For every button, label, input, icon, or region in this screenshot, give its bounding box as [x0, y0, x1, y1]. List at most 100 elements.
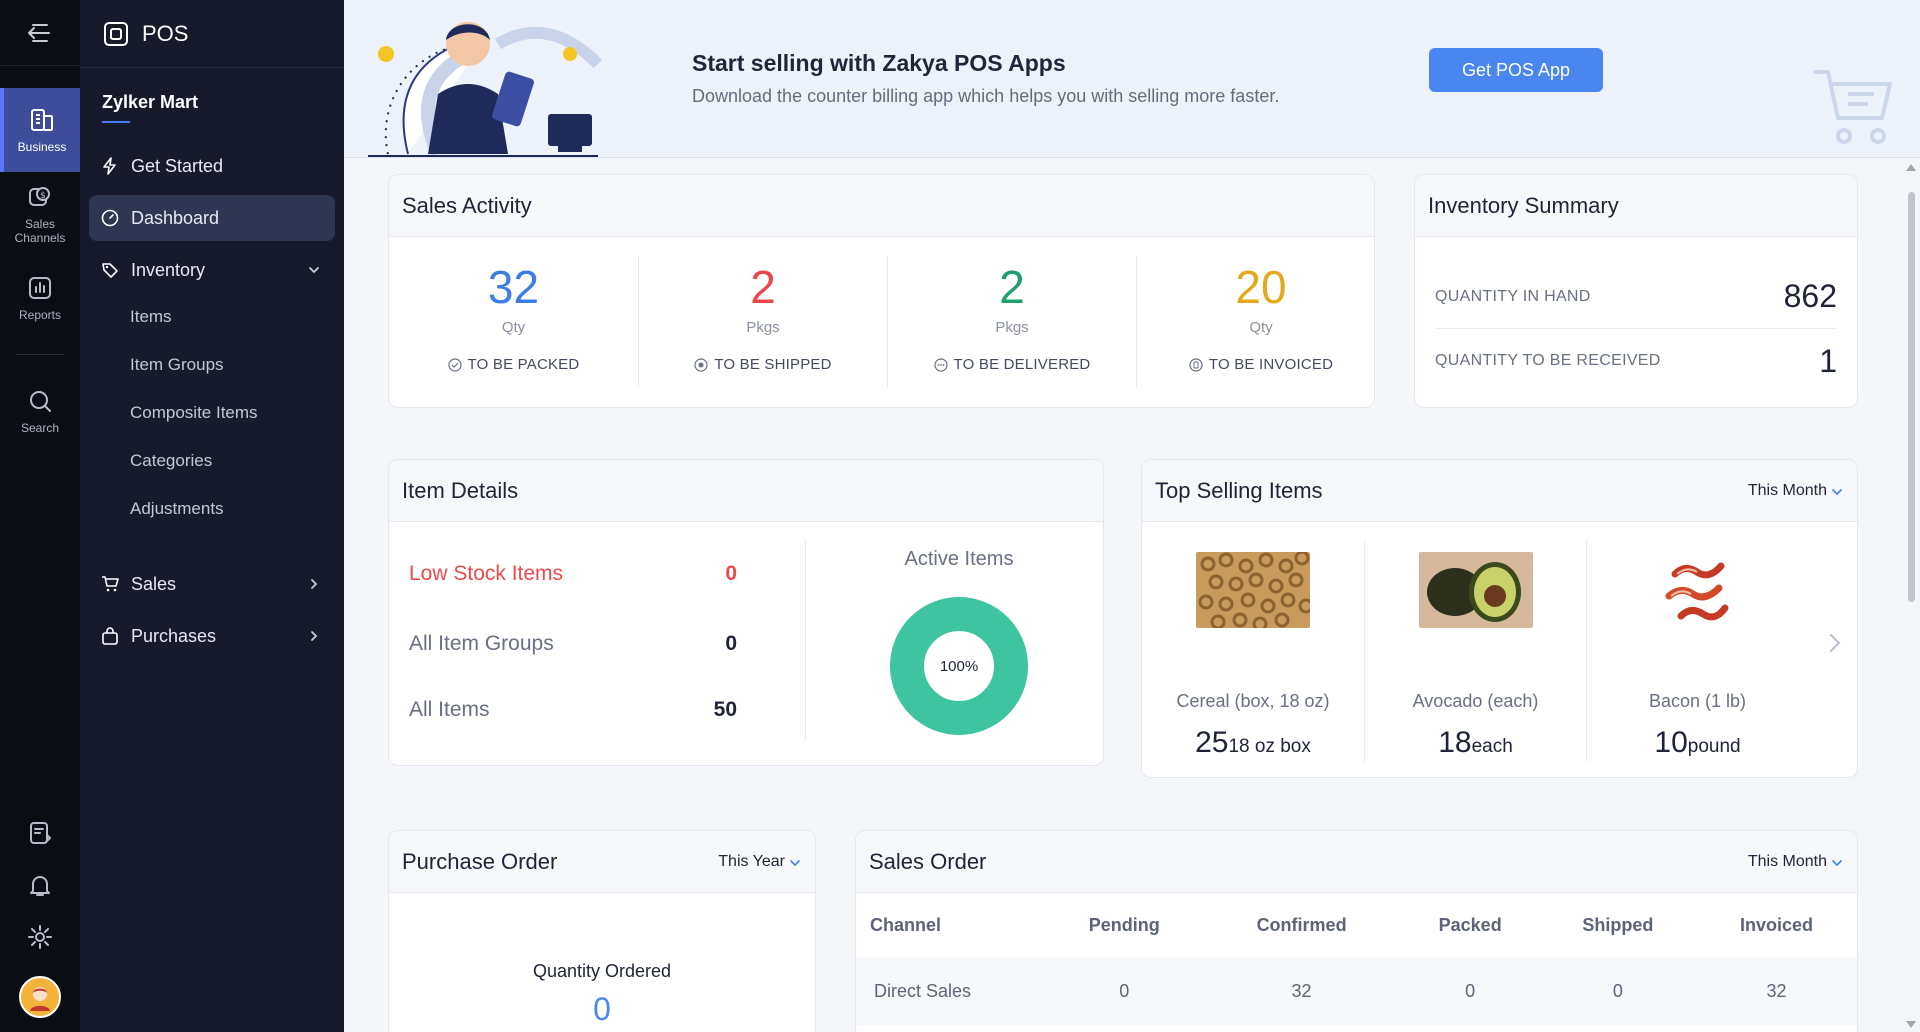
- search-icon: [30, 391, 51, 412]
- top-item-name: Cereal (box, 18 oz): [1176, 691, 1330, 711]
- table-cell: 0: [1539, 957, 1697, 1025]
- top-item-quantity: 10pound: [1587, 726, 1808, 760]
- chevron-down-icon: [1832, 859, 1842, 866]
- purchase-order-header: Purchase Order This Year: [389, 831, 815, 893]
- top-item-avocado[interactable]: Avocado (each) 18each: [1364, 540, 1586, 762]
- quantity-in-hand-row: QUANTITY IN HAND 862: [1435, 265, 1837, 329]
- dashboard-icon: [101, 209, 119, 227]
- rail-item-search[interactable]: Search: [0, 369, 80, 453]
- building-icon: [31, 109, 53, 131]
- gear-icon[interactable]: [27, 924, 53, 950]
- rail-divider: [16, 354, 64, 355]
- sa-label: TO BE SHIPPED: [639, 356, 887, 373]
- truck-circle-icon: [694, 357, 708, 372]
- low-stock-items-row[interactable]: Low Stock Items 0: [409, 562, 749, 586]
- scroll-up-arrow[interactable]: [1906, 164, 1916, 171]
- bell-icon[interactable]: [27, 872, 53, 898]
- promo-banner: Start selling with Zakya POS Apps Downlo…: [344, 0, 1920, 158]
- rail-item-sales-channels[interactable]: $ Sales Channels: [0, 172, 80, 256]
- sales-activity-title: Sales Activity: [389, 175, 1374, 237]
- low-stock-items-label: Low Stock Items: [409, 562, 564, 585]
- nav-subitem-composite-items[interactable]: Composite Items: [80, 389, 344, 437]
- chevron-down-icon: [790, 859, 800, 866]
- nav-subitem-item-groups[interactable]: Item Groups: [80, 341, 344, 389]
- top-selling-filter-dropdown[interactable]: This Month: [1748, 482, 1843, 500]
- sa-label-text: TO BE PACKED: [467, 356, 580, 373]
- table-row[interactable]: Direct Sales 0 32 0 0 32: [856, 957, 1857, 1025]
- nav-list: Get Started Dashboard Inventory Items It…: [80, 143, 344, 659]
- app-header: POS: [80, 0, 344, 68]
- top-selling-items-header: Top Selling Items This Month: [1142, 460, 1857, 522]
- sa-value: 32: [487, 261, 540, 313]
- all-item-groups-row[interactable]: All Item Groups 0: [409, 632, 749, 656]
- scroll-down-arrow[interactable]: [1906, 1021, 1916, 1028]
- sa-label-text: TO BE INVOICED: [1208, 356, 1334, 373]
- nav-label-dashboard: Dashboard: [131, 207, 220, 228]
- active-items-donut: 100%: [890, 597, 1028, 735]
- top-item-cereal[interactable]: Cereal (box, 18 oz) 2518 oz box: [1142, 540, 1364, 762]
- nav-item-dashboard[interactable]: Dashboard: [89, 195, 335, 241]
- avatar[interactable]: [19, 976, 61, 1018]
- sales-order-filter-dropdown[interactable]: This Month: [1748, 853, 1843, 871]
- low-stock-items-value: 0: [725, 562, 737, 585]
- chevron-right-icon[interactable]: [1827, 632, 1843, 654]
- nav-subitem-adjustments[interactable]: Adjustments: [80, 485, 344, 533]
- sa-to-be-delivered[interactable]: 2 Pkgs TO BE DELIVERED: [887, 255, 1136, 387]
- notes-icon[interactable]: [27, 820, 53, 846]
- sales-channels-icon: $: [29, 187, 50, 206]
- top-item-quantity: 18each: [1365, 726, 1586, 760]
- all-items-value: 50: [713, 698, 737, 721]
- scroll-thumb[interactable]: [1908, 192, 1915, 602]
- quantity-to-be-received-row: QUANTITY TO BE RECEIVED 1: [1435, 329, 1837, 393]
- all-items-label: All Items: [409, 698, 490, 721]
- quantity-ordered-label: Quantity Ordered: [532, 961, 672, 981]
- rail-label-reports: Reports: [18, 308, 62, 322]
- top-item-qty-unit: 18 oz box: [1228, 736, 1311, 757]
- invoice-circle-icon: [1189, 357, 1203, 372]
- page-scrollbar[interactable]: [1902, 160, 1920, 1032]
- nav-item-sales[interactable]: Sales: [89, 561, 335, 607]
- top-item-qty-unit: each: [1471, 736, 1513, 757]
- all-items-row[interactable]: All Items 50: [409, 698, 749, 722]
- sa-to-be-packed[interactable]: 32 Qty TO BE PACKED: [389, 255, 638, 387]
- top-item-bacon[interactable]: Bacon (1 lb) 10pound: [1586, 540, 1808, 762]
- chevron-right-icon: [311, 631, 318, 641]
- tag-icon: [102, 263, 118, 278]
- filter-label: This Month: [1747, 481, 1827, 499]
- all-item-groups-value: 0: [725, 632, 737, 655]
- nav-subitem-categories[interactable]: Categories: [80, 437, 344, 485]
- rail-item-reports[interactable]: Reports: [0, 256, 80, 340]
- avocado-image: [1418, 552, 1533, 628]
- check-circle-icon: [447, 357, 462, 372]
- shopping-bag-icon: [102, 627, 118, 645]
- sales-activity-card: Sales Activity 32 Qty TO BE PACKED 2 Pkg…: [388, 174, 1375, 408]
- nav-item-purchases[interactable]: Purchases: [89, 613, 335, 659]
- top-item-quantity: 2518 oz box: [1142, 726, 1364, 760]
- get-pos-app-button[interactable]: Get POS App: [1429, 48, 1603, 92]
- collapse-menu-button[interactable]: [0, 0, 80, 66]
- top-item-qty-value: 25: [1195, 726, 1229, 759]
- rail-item-business[interactable]: Business: [0, 88, 80, 172]
- purchase-order-filter-dropdown[interactable]: This Year: [718, 853, 801, 871]
- nav-item-inventory[interactable]: Inventory: [89, 247, 335, 293]
- rail-bottom-actions: [0, 820, 80, 1018]
- column-header: Invoiced: [1696, 893, 1857, 957]
- sa-unit: Pkgs: [995, 319, 1029, 336]
- donut-percent-label: 100%: [940, 658, 978, 675]
- sa-label-text: TO BE DELIVERED: [953, 356, 1091, 373]
- active-items-title: Active Items: [904, 548, 1014, 570]
- sa-to-be-invoiced[interactable]: 20 Qty TO BE INVOICED: [1136, 255, 1374, 387]
- top-selling-items-title: Top Selling Items: [1155, 477, 1323, 503]
- sa-to-be-shipped[interactable]: 2 Pkgs TO BE SHIPPED: [638, 255, 887, 387]
- sa-value: 2: [999, 261, 1025, 313]
- lightning-icon: [103, 157, 116, 175]
- quantity-ordered-value[interactable]: 0: [389, 991, 815, 1028]
- nav-subitem-items[interactable]: Items: [80, 293, 344, 341]
- nav-label-inventory: Inventory: [131, 259, 206, 280]
- top-item-qty-value: 18: [1438, 726, 1472, 759]
- org-name[interactable]: Zylker Mart: [80, 68, 344, 113]
- item-details-title: Item Details: [389, 460, 1103, 522]
- nav-item-get-started[interactable]: Get Started: [89, 143, 335, 189]
- top-item-qty-value: 10: [1654, 726, 1688, 759]
- chevron-down-icon: [1832, 488, 1842, 495]
